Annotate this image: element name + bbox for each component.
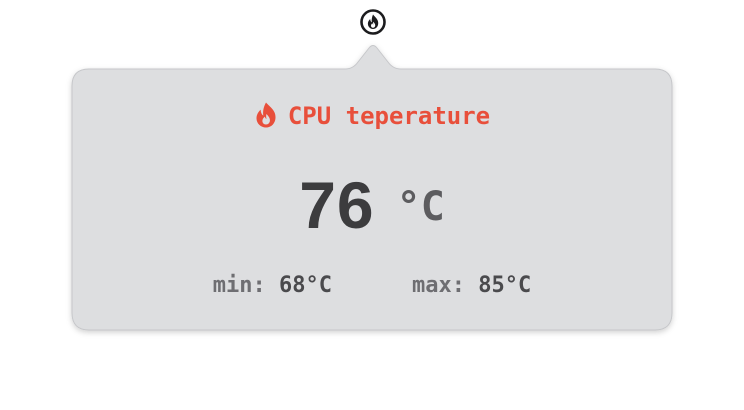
temperature-unit: °C <box>396 184 445 230</box>
max-value: 85°C <box>478 273 532 298</box>
max-label: max: <box>412 273 465 298</box>
cpu-temperature-popover: CPU teperature 76 °C min: 68°C max: 85°C <box>71 45 673 331</box>
flame-icon <box>256 102 276 128</box>
max-stat: max: 85°C <box>412 273 531 298</box>
flame-circle-icon <box>360 9 386 35</box>
current-temperature-value: 76 <box>299 168 375 242</box>
menubar-flame-icon[interactable] <box>359 8 387 36</box>
popover-title: CPU teperature <box>287 102 491 130</box>
temperature-stats: min: 68°C max: 85°C <box>71 273 673 298</box>
min-stat: min: 68°C <box>213 273 332 298</box>
min-value: 68°C <box>279 273 332 298</box>
min-label: min: <box>212 273 266 298</box>
popover-title-row: CPU teperature <box>71 101 673 130</box>
temperature-reading: 76 °C <box>71 170 673 240</box>
